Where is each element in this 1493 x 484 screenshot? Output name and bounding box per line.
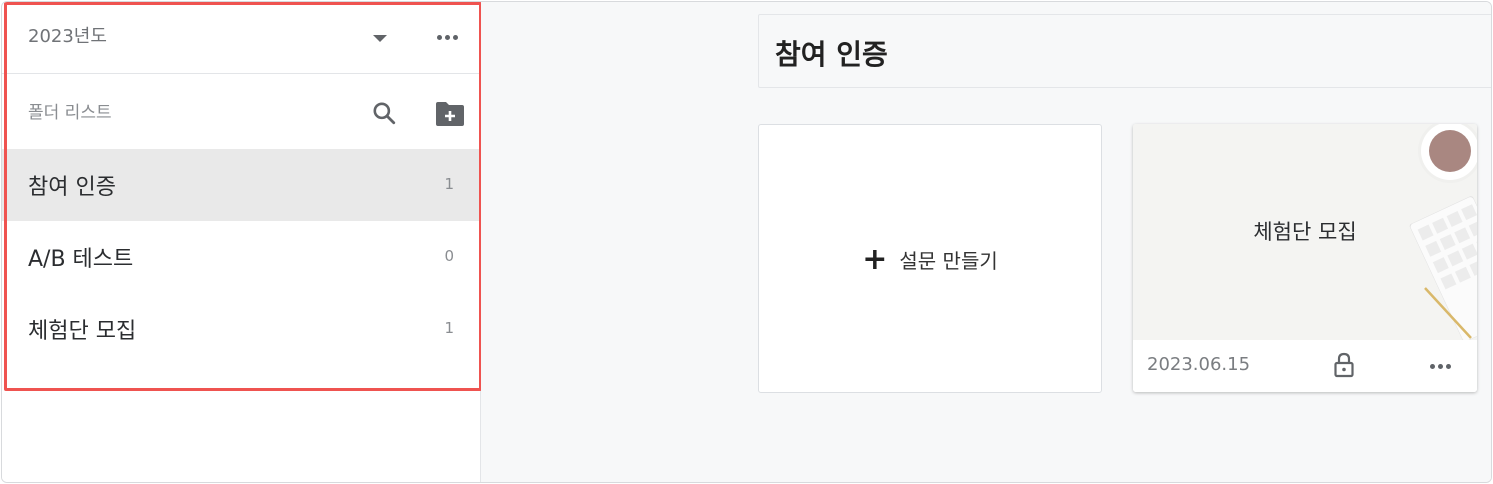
survey-card-title: 체험단 모집 — [1253, 220, 1357, 244]
sidebar-item-label: A/B 테스트 — [28, 247, 134, 272]
year-label: 2023년도 — [28, 26, 107, 47]
more-horizontal-icon[interactable] — [437, 35, 458, 40]
sidebar-item-experience-group[interactable]: 체험단 모집 1 — [2, 293, 480, 365]
sidebar-item-participation[interactable]: 참여 인증 1 — [2, 149, 480, 221]
survey-card-footer: 2023.06.15 — [1133, 340, 1477, 392]
sidebar-item-count: 0 — [444, 247, 454, 265]
sidebar-item-count: 1 — [444, 175, 454, 193]
sidebar-item-count: 1 — [444, 319, 454, 337]
lock-icon — [1334, 352, 1354, 378]
create-survey-content: + 설문 만들기 — [759, 241, 1101, 277]
coffee-cup-decoration — [1421, 124, 1477, 180]
create-survey-button[interactable]: + 설문 만들기 — [758, 124, 1102, 393]
survey-thumbnail: 체험단 모집 — [1133, 124, 1477, 342]
sidebar-item-label: 참여 인증 — [28, 175, 116, 200]
sidebar-item-label: 체험단 모집 — [28, 319, 137, 344]
folder-list-label: 폴더 리스트 — [28, 103, 112, 123]
create-survey-label: 설문 만들기 — [899, 249, 998, 273]
pencil-decoration — [1424, 287, 1472, 339]
folder-list-header: 폴더 리스트 — [2, 74, 480, 148]
survey-card[interactable]: 체험단 모집 2023.06.15 — [1133, 124, 1477, 392]
main-content: 참여 인증 + 설문 만들기 체험단 모집 2023.06.15 — [481, 2, 1491, 482]
more-horizontal-icon[interactable] — [1430, 364, 1451, 369]
search-icon[interactable] — [371, 100, 397, 126]
plus-icon: + — [862, 241, 888, 277]
title-bar: 참여 인증 — [758, 14, 1491, 88]
sidebar: 2023년도 폴더 리스트 참여 인증 1 A/B 테스트 0 체험단 모집 1 — [2, 2, 482, 482]
sidebar-item-ab-test[interactable]: A/B 테스트 0 — [2, 221, 480, 293]
caret-down-icon[interactable] — [373, 35, 387, 42]
survey-card-date: 2023.06.15 — [1147, 354, 1251, 375]
folder-add-icon[interactable] — [434, 100, 466, 128]
year-selector[interactable]: 2023년도 — [2, 2, 480, 74]
app-window: 2023년도 폴더 리스트 참여 인증 1 A/B 테스트 0 체험단 모집 1… — [1, 1, 1492, 483]
page-title: 참여 인증 — [775, 38, 888, 71]
